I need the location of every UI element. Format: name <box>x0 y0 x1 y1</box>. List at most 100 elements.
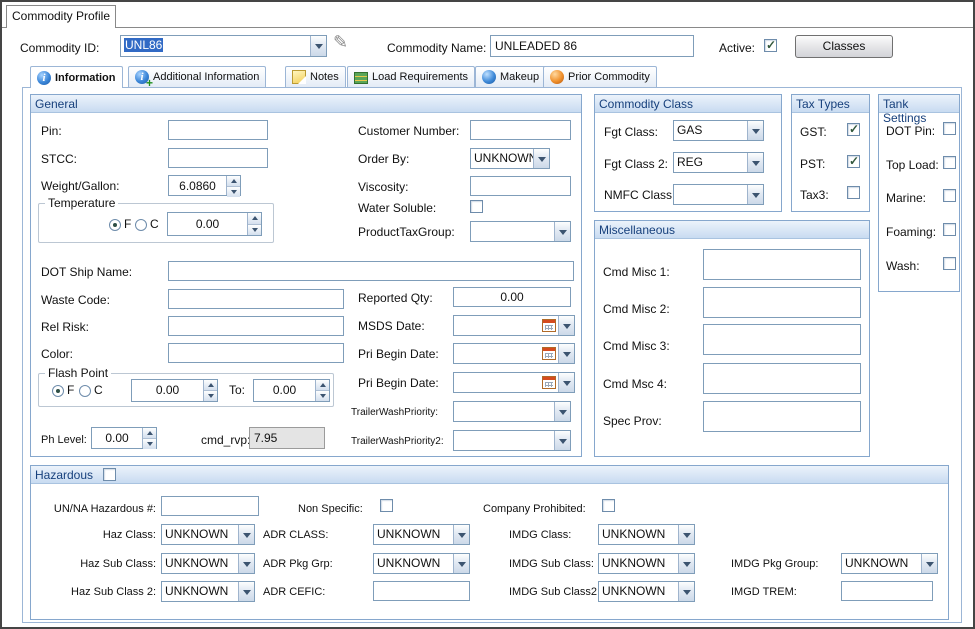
haz-sub-class2-select[interactable]: UNKNOWN <box>161 581 255 602</box>
fgt-class-select[interactable]: GAS <box>673 120 764 141</box>
company-prohibited-checkbox[interactable] <box>602 499 615 512</box>
haz-class-select[interactable]: UNKNOWN <box>161 524 255 545</box>
commodity-name-field[interactable]: UNLEADED 86 <box>490 35 694 57</box>
tab-additional-information[interactable]: Additional Information <box>128 66 266 87</box>
msds-date-field[interactable] <box>453 315 575 336</box>
adr-class-select[interactable]: UNKNOWN <box>373 524 470 545</box>
imdg-class-select[interactable]: UNKNOWN <box>598 524 695 545</box>
trailer-wash-priority-select[interactable] <box>453 401 571 422</box>
waste-code-field[interactable] <box>168 289 344 309</box>
marine-checkbox[interactable] <box>943 189 956 202</box>
dropdown-arrow-icon[interactable] <box>238 582 254 601</box>
spin-down-button[interactable] <box>316 391 329 401</box>
window-tab-commodity-profile[interactable]: Commodity Profile <box>6 5 116 28</box>
color-field[interactable] <box>168 343 344 363</box>
dropdown-arrow-icon[interactable] <box>747 121 763 140</box>
imdg-sub-class2-select[interactable]: UNKNOWN <box>598 581 695 602</box>
pst-checkbox[interactable] <box>847 155 860 168</box>
dropdown-arrow-icon[interactable] <box>678 525 694 544</box>
un-na-hazardous-field[interactable] <box>161 496 259 516</box>
cmd-misc2-field[interactable] <box>703 287 861 318</box>
haz-sub-class-select[interactable]: UNKNOWN <box>161 553 255 574</box>
commodity-id-combo[interactable]: UNL86 <box>120 35 327 57</box>
imdg-sub-class-select[interactable]: UNKNOWN <box>598 553 695 574</box>
spin-down-button[interactable] <box>227 187 240 197</box>
calendar-icon[interactable] <box>542 376 556 389</box>
dropdown-arrow-icon[interactable] <box>678 582 694 601</box>
temperature-spinner[interactable]: 0.00 <box>167 212 262 236</box>
dropdown-arrow-icon[interactable] <box>558 344 574 363</box>
dropdown-arrow-icon[interactable] <box>678 554 694 573</box>
calendar-icon[interactable] <box>542 319 556 332</box>
nmfc-class-select[interactable] <box>673 184 764 205</box>
pin-field[interactable] <box>168 120 268 140</box>
tab-makeup[interactable]: Makeup <box>475 66 546 87</box>
product-tax-group-select[interactable] <box>470 221 571 242</box>
spin-down-button[interactable] <box>204 391 217 401</box>
hazardous-checkbox[interactable] <box>103 468 116 481</box>
dropdown-arrow-icon[interactable] <box>533 149 549 168</box>
tab-information[interactable]: Information <box>30 66 123 88</box>
dropdown-arrow-icon[interactable] <box>921 554 937 573</box>
dropdown-arrow-icon[interactable] <box>747 153 763 172</box>
cmd-misc3-field[interactable] <box>703 324 861 355</box>
imgd-trem-field[interactable] <box>841 581 933 601</box>
imdg-pkg-group-select[interactable]: UNKNOWN <box>841 553 938 574</box>
dropdown-arrow-icon[interactable] <box>238 554 254 573</box>
fgt-class2-select[interactable]: REG <box>673 152 764 173</box>
flash-point-spinner[interactable]: 0.00 <box>131 379 218 402</box>
cmd-misc1-field[interactable] <box>703 249 861 280</box>
dot-ship-name-field[interactable] <box>168 261 574 281</box>
classes-button[interactable]: Classes <box>795 35 893 58</box>
dropdown-arrow-icon[interactable] <box>453 525 469 544</box>
tax3-checkbox[interactable] <box>847 186 860 199</box>
tab-notes[interactable]: Notes <box>285 66 346 87</box>
calendar-icon[interactable] <box>542 347 556 360</box>
active-checkbox[interactable] <box>764 39 777 52</box>
spec-prov-field[interactable] <box>703 401 861 432</box>
adr-cefic-field[interactable] <box>373 581 470 601</box>
adr-pkg-grp-select[interactable]: UNKNOWN <box>373 553 470 574</box>
temperature-f-radio[interactable] <box>109 219 121 231</box>
dropdown-arrow-icon[interactable] <box>453 554 469 573</box>
spin-down-button[interactable] <box>143 439 156 449</box>
tab-prior-commodity[interactable]: Prior Commodity <box>543 66 657 87</box>
foaming-checkbox[interactable] <box>943 223 956 236</box>
reported-qty-field[interactable]: 0.00 <box>453 287 571 307</box>
dropdown-arrow-icon[interactable] <box>747 185 763 204</box>
pri-begin-date2-field[interactable] <box>453 372 575 393</box>
spin-up-button[interactable] <box>204 380 217 391</box>
order-by-select[interactable]: UNKNOWN <box>470 148 550 169</box>
edit-pencil-icon[interactable]: ✎ <box>333 33 348 51</box>
viscosity-field[interactable] <box>470 176 571 196</box>
trailer-wash-priority2-select[interactable] <box>453 430 571 451</box>
top-load-checkbox[interactable] <box>943 156 956 169</box>
dropdown-arrow-icon[interactable] <box>558 373 574 392</box>
spin-up-button[interactable] <box>143 428 156 439</box>
dropdown-arrow-icon[interactable] <box>310 36 326 56</box>
gst-checkbox[interactable] <box>847 123 860 136</box>
dropdown-arrow-icon[interactable] <box>238 525 254 544</box>
dot-pin-checkbox[interactable] <box>943 122 956 135</box>
dropdown-arrow-icon[interactable] <box>558 316 574 335</box>
dropdown-arrow-icon[interactable] <box>554 431 570 450</box>
flash-point-f-radio[interactable] <box>52 385 64 397</box>
dropdown-arrow-icon[interactable] <box>554 222 570 241</box>
customer-number-field[interactable] <box>470 120 571 140</box>
temperature-c-radio[interactable] <box>135 219 147 231</box>
tab-load-requirements[interactable]: Load Requirements <box>347 66 475 87</box>
flash-point-c-radio[interactable] <box>79 385 91 397</box>
flash-point-to-spinner[interactable]: 0.00 <box>253 379 330 402</box>
spin-up-button[interactable] <box>227 176 240 187</box>
non-specific-checkbox[interactable] <box>380 499 393 512</box>
spin-up-button[interactable] <box>248 213 261 225</box>
wash-checkbox[interactable] <box>943 257 956 270</box>
rel-risk-field[interactable] <box>168 316 344 336</box>
spin-up-button[interactable] <box>316 380 329 391</box>
pri-begin-date-field[interactable] <box>453 343 575 364</box>
stcc-field[interactable] <box>168 148 268 168</box>
spin-down-button[interactable] <box>248 225 261 236</box>
weight-gallon-spinner[interactable]: 6.0860 <box>168 175 241 196</box>
water-soluble-checkbox[interactable] <box>470 200 483 213</box>
cmd-msc4-field[interactable] <box>703 363 861 394</box>
